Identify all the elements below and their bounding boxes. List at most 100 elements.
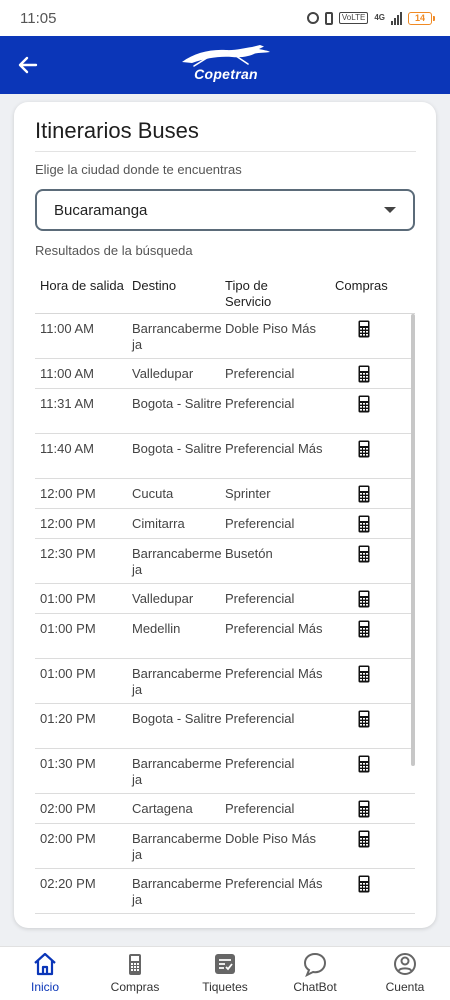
back-button[interactable] — [12, 49, 44, 81]
row-time: 02:00 PM — [40, 831, 96, 846]
row-service: Busetón — [225, 546, 273, 561]
row-destination: Cimitarra — [132, 516, 185, 531]
row-destination: Bogota - Salitre — [132, 396, 222, 411]
caret-down-icon — [384, 207, 396, 213]
row-service: Preferencial — [225, 396, 295, 411]
payment-terminal-icon — [358, 755, 370, 773]
nav-item-compras[interactable]: Compras — [95, 951, 175, 999]
nav-item-chatbot[interactable]: ChatBot — [275, 951, 355, 999]
table-row: 01:30 PM Barrancabermeja Preferencial — [35, 749, 415, 794]
chat-icon — [302, 951, 328, 977]
row-time: 02:00 PM — [40, 801, 96, 816]
row-time: 01:00 PM — [40, 591, 96, 606]
table-row: 11:00 AM Barrancabermeja Doble Piso Más — [35, 314, 415, 359]
row-service: Preferencial — [225, 711, 295, 726]
account-icon — [392, 951, 418, 977]
row-destination: Barrancabermeja — [132, 666, 222, 697]
buy-ticket-button[interactable] — [355, 365, 373, 383]
table-row: 02:00 PM Barrancabermeja Doble Piso Más — [35, 824, 415, 869]
buy-ticket-button[interactable] — [355, 590, 373, 608]
payment-terminal-icon — [358, 800, 370, 818]
payment-terminal-icon — [358, 665, 370, 683]
row-destination: Cucuta — [132, 486, 174, 501]
row-time: 01:00 PM — [40, 621, 96, 636]
payment-terminal-icon — [358, 545, 370, 563]
home-icon — [32, 951, 58, 977]
city-dropdown[interactable]: Bucaramanga — [35, 189, 415, 231]
table-row: 01:20 PM Bogota - Salitre Preferencial — [35, 704, 415, 749]
table-row: 01:00 PM Medellin Preferencial Más — [35, 614, 415, 659]
buy-ticket-button[interactable] — [355, 665, 373, 683]
payment-terminal-icon — [358, 875, 370, 893]
nav-item-inicio[interactable]: Inicio — [5, 951, 85, 999]
payment-terminal-icon — [358, 485, 370, 503]
city-label: Elige la ciudad donde te encuentras — [35, 162, 242, 177]
nav-label: Compras — [110, 980, 160, 994]
nav-item-cuenta[interactable]: Cuenta — [365, 951, 445, 999]
title-divider — [35, 151, 416, 152]
row-destination: Barrancabermeja — [132, 756, 222, 787]
row-service: Doble Piso Más — [225, 321, 317, 336]
row-destination: Barrancabermeja — [132, 876, 222, 907]
payment-terminal-icon — [358, 590, 370, 608]
network-type: 4G — [374, 13, 385, 22]
row-time: 11:31 AM — [40, 396, 94, 411]
buy-ticket-button[interactable] — [355, 320, 373, 338]
row-time: 02:20 PM — [40, 876, 96, 891]
bottom-nav: Inicio Compras Tiquetes ChatBot Cuenta — [0, 946, 450, 1000]
buy-ticket-button[interactable] — [355, 515, 373, 533]
buy-ticket-button[interactable] — [355, 800, 373, 818]
buy-ticket-button[interactable] — [355, 830, 373, 848]
buy-ticket-button[interactable] — [355, 755, 373, 773]
table-row: 02:20 PM Barrancabermeja Preferencial Má… — [35, 869, 415, 914]
buy-ticket-button[interactable] — [355, 710, 373, 728]
row-time: 11:40 AM — [40, 441, 94, 456]
itinerary-card: Itinerarios Buses Elige la ciudad donde … — [14, 102, 436, 928]
row-service: Preferencial — [225, 756, 295, 771]
table-row: 11:31 AM Bogota - Salitre Preferencial — [35, 389, 415, 434]
schedule-table[interactable]: 11:00 AM Barrancabermeja Doble Piso Más … — [35, 314, 415, 928]
row-time: 12:30 PM — [40, 546, 96, 561]
row-service: Doble Piso Más — [225, 831, 317, 846]
row-time: 12:00 PM — [40, 486, 96, 501]
payment-terminal-icon — [358, 620, 370, 638]
table-scrollbar[interactable] — [411, 314, 415, 766]
row-destination: Medellin — [132, 621, 181, 636]
vibrate-icon — [324, 11, 333, 25]
buy-ticket-button[interactable] — [355, 395, 373, 413]
status-time: 11:05 — [20, 9, 57, 27]
brand-logo: Copetran — [180, 44, 272, 88]
row-service: Preferencial Más — [225, 621, 323, 636]
header-buy: Compras — [335, 278, 388, 293]
buy-ticket-button[interactable] — [355, 485, 373, 503]
row-time: 11:00 AM — [40, 321, 94, 336]
table-row: 01:00 PM Valledupar Preferencial — [35, 584, 415, 614]
city-dropdown-value: Bucaramanga — [54, 201, 148, 219]
row-destination: Cartagena — [132, 801, 193, 816]
row-time: 12:00 PM — [40, 516, 96, 531]
buy-ticket-button[interactable] — [355, 440, 373, 458]
volte-icon: VoLTE — [338, 12, 369, 24]
table-row: 12:00 PM Cucuta Sprinter — [35, 479, 415, 509]
row-service: Preferencial Más — [225, 441, 323, 456]
payment-terminal-icon — [358, 515, 370, 533]
payment-terminal-icon — [358, 395, 370, 413]
table-row: 12:30 PM Barrancabermeja Busetón — [35, 539, 415, 584]
status-icons: VoLTE 4G 14 — [306, 11, 435, 25]
row-destination: Valledupar — [132, 591, 194, 606]
table-row: 11:00 AM Valledupar Preferencial — [35, 359, 415, 389]
row-time: 01:00 PM — [40, 666, 96, 681]
buy-ticket-button[interactable] — [355, 620, 373, 638]
row-destination: Barrancabermeja — [132, 831, 222, 862]
nav-label: Cuenta — [385, 980, 425, 994]
battery-icon: 14 — [408, 11, 435, 25]
row-service: Preferencial — [225, 801, 295, 816]
nav-item-tiquetes[interactable]: Tiquetes — [185, 951, 265, 999]
payment-terminal-icon — [358, 710, 370, 728]
buy-ticket-button[interactable] — [355, 875, 373, 893]
ticket-icon — [212, 951, 238, 977]
logo-text: Copetran — [194, 66, 258, 82]
nav-label: ChatBot — [293, 980, 337, 994]
buy-ticket-button[interactable] — [355, 545, 373, 563]
payment-terminal-icon — [358, 830, 370, 848]
